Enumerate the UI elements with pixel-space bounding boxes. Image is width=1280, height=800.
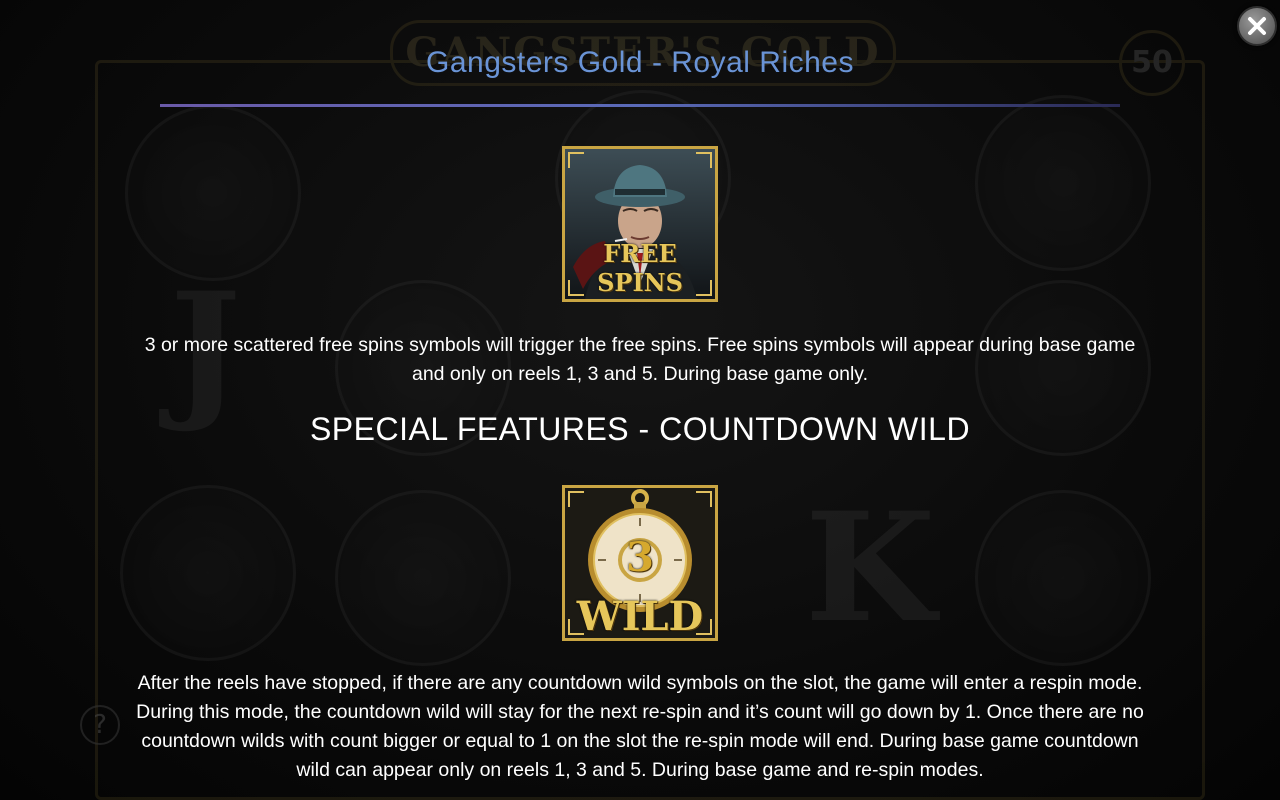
- frame-corner: [568, 491, 584, 507]
- frame-corner: [696, 152, 712, 168]
- frame-corner: [568, 152, 584, 168]
- free-spins-symbol: FREE SPINS: [562, 146, 718, 302]
- wild-symbol-label: WILD: [576, 593, 704, 640]
- countdown-wild-description: After the reels have stopped, if there a…: [136, 672, 1144, 781]
- paytable-title: Gangsters Gold - Royal Riches: [426, 46, 854, 79]
- paytable-overlay: Gangsters Gold - Royal Riches FREE SPINS…: [0, 0, 1280, 800]
- frame-corner: [696, 491, 712, 507]
- free-spins-description: 3 or more scattered free spins symbols w…: [144, 334, 1136, 385]
- close-button[interactable]: [1237, 6, 1277, 46]
- countdown-wild-heading: SPECIAL FEATURES - COUNTDOWN WILD: [309, 411, 971, 447]
- game-stage: GANGSTER'S GOLD 50 J K ? Gangsters Gold …: [0, 0, 1280, 800]
- title-divider: [160, 104, 1120, 107]
- free-spins-symbol-label: FREE SPINS: [597, 239, 683, 297]
- countdown-wild-symbol: 3 WILD: [562, 485, 718, 641]
- close-icon: [1248, 17, 1266, 35]
- countdown-value: 3: [626, 534, 654, 581]
